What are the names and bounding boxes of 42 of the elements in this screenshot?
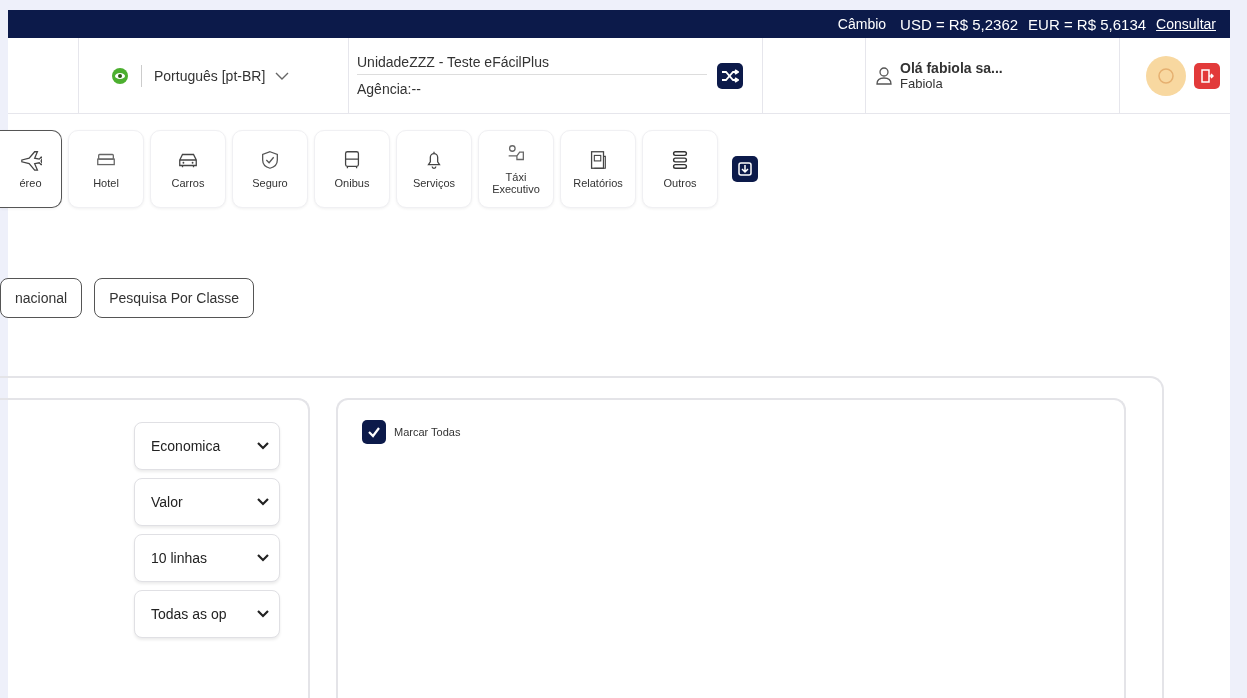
- service-tab[interactable]: Relatórios: [560, 130, 636, 208]
- logout-button[interactable]: [1194, 62, 1220, 89]
- checkbox[interactable]: [362, 420, 386, 444]
- exchange-label: Câmbio: [837, 16, 887, 33]
- agency-label: Agência:--: [357, 81, 422, 98]
- search-type-button[interactable]: nacional: [0, 278, 83, 318]
- user-greeting: Olá fabiola sa...: [900, 60, 1003, 76]
- checkbox-label: Marcar Todas: [394, 426, 461, 438]
- filter-dropdown[interactable]: 10 linhas: [134, 534, 280, 582]
- chevron-down-icon: [275, 71, 290, 80]
- consult-link[interactable]: Consultar: [1156, 16, 1216, 33]
- shuffle-icon: [721, 68, 739, 83]
- search-type-button[interactable]: Pesquisa Por Classe: [94, 278, 255, 318]
- eye-icon: [111, 66, 129, 85]
- service-tab[interactable]: Outros: [642, 130, 718, 208]
- download-button[interactable]: [732, 156, 758, 182]
- chevron-down-icon: [257, 610, 269, 618]
- download-icon: [738, 162, 752, 176]
- check-icon: [367, 426, 381, 438]
- chevron-down-icon: [257, 442, 269, 450]
- language-dropdown[interactable]: Português [pt-BR]: [154, 67, 290, 84]
- exchange-rate: USD = R$ 5,2362: [900, 15, 1019, 33]
- unit-name: UnidadeZZZ - Teste eFácilPlus: [357, 54, 707, 76]
- service-tab[interactable]: éreo: [0, 130, 62, 208]
- user-icon: [876, 66, 892, 85]
- user-name: Fabiola: [900, 75, 944, 91]
- plane-icon: [19, 149, 42, 171]
- filter-dropdown[interactable]: Valor: [134, 478, 280, 526]
- switch-unit-button[interactable]: [717, 62, 743, 89]
- service-tab[interactable]: Serviços: [396, 130, 472, 208]
- filter-dropdown[interactable]: Todas as op: [134, 590, 280, 638]
- filter-dropdown[interactable]: Economica: [134, 422, 280, 470]
- service-tab[interactable]: Hotel: [68, 130, 144, 208]
- service-tab[interactable]: Onibus: [314, 130, 390, 208]
- service-tab[interactable]: Seguro: [232, 130, 308, 208]
- service-tab[interactable]: Táxi Executivo: [478, 130, 554, 208]
- service-tab[interactable]: Carros: [150, 130, 226, 208]
- shield-check-icon: [259, 149, 281, 171]
- chevron-down-icon: [257, 554, 269, 562]
- logout-icon: [1200, 68, 1214, 83]
- exchange-rate: EUR = R$ 5,6134: [1028, 15, 1147, 33]
- chevron-down-icon: [257, 498, 269, 506]
